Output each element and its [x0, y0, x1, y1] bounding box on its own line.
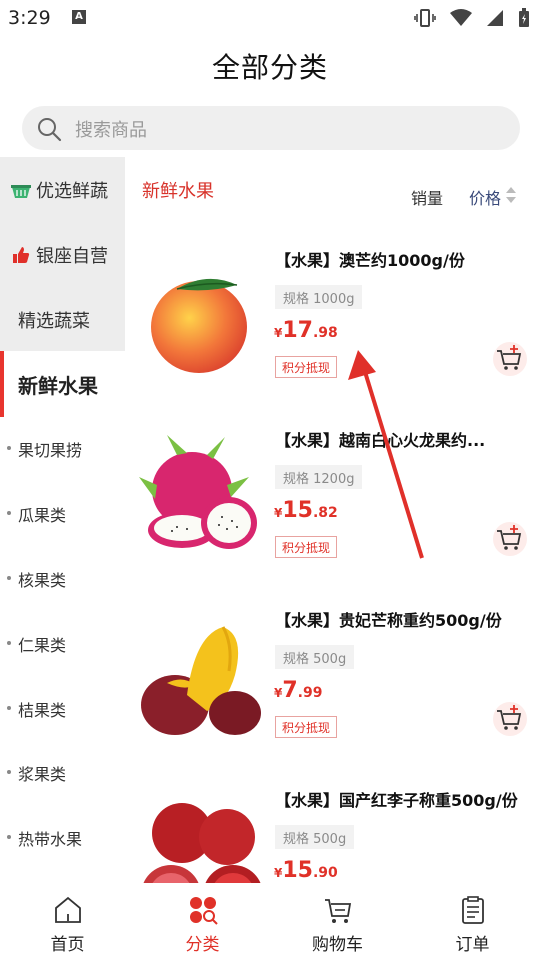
nav-label: 购物车 [312, 935, 363, 955]
page-title: 全部分类 [211, 51, 328, 84]
subitem-label: 桔果类 [18, 701, 67, 720]
sidebar-subitem[interactable]: 桔果类 [0, 693, 125, 723]
subitem-label: 热带水果 [18, 830, 83, 849]
add-to-cart-icon[interactable] [493, 342, 527, 376]
product-name[interactable]: 【水果】澳芒约1000g/份 [275, 247, 535, 271]
points-tag: 积分抵现 [275, 356, 338, 378]
bullet-dot [7, 706, 11, 710]
active-indicator [0, 351, 4, 417]
subitem-label: 浆果类 [18, 765, 67, 784]
sort-by-price[interactable]: 价格 [469, 185, 501, 209]
bullet-dot [7, 576, 11, 580]
product-spec: 规格 500g [275, 825, 355, 849]
product-spec: 规格 1000g [275, 285, 363, 309]
notification-icon: A [72, 10, 86, 24]
product-card[interactable]: 【水果】越南白心火龙果约... 规格 1200g ¥15.82 积分抵现 [125, 410, 540, 590]
product-price: ¥7.99 [274, 678, 323, 703]
sort-by-sales[interactable]: 销量 [411, 185, 443, 209]
add-to-cart-icon[interactable] [493, 522, 527, 556]
sidebar-item-xinxian-active[interactable]: 新鲜水果 [0, 351, 125, 417]
basket-icon [11, 180, 31, 200]
cart-icon [325, 899, 352, 923]
product-card[interactable]: 【水果】贵妃芒称重约500g/份 规格 500g ¥7.99 积分抵现 [125, 590, 540, 770]
product-price: ¥15.82 [274, 498, 338, 523]
search-input[interactable]: 搜索商品 [75, 116, 147, 142]
points-tag: 积分抵现 [275, 716, 338, 738]
product-card[interactable]: 【水果】澳芒约1000g/份 规格 1000g ¥17.98 积分抵现 [125, 230, 540, 410]
battery-icon [519, 8, 529, 27]
product-spec: 规格 500g [275, 645, 355, 669]
bottom-nav: 首页 分类 购物车 订单 [0, 883, 540, 960]
search-bar[interactable]: 搜索商品 [22, 106, 520, 150]
plum-image [143, 803, 261, 883]
nav-label: 订单 [455, 935, 490, 955]
sidebar-item-yinzuo[interactable]: 银座自营 [0, 222, 125, 287]
bullet-dot [7, 641, 11, 645]
subitem-label: 核果类 [18, 571, 67, 590]
nav-cart[interactable]: 购物车 [270, 883, 405, 960]
vibrate-icon [414, 9, 436, 27]
bullet-dot [7, 511, 11, 515]
sidebar-subitem[interactable]: 瓜果类 [0, 498, 125, 528]
subitem-label: 仁果类 [18, 636, 67, 655]
sidebar-subitem[interactable]: 仁果类 [0, 628, 125, 658]
product-card[interactable]: 【水果】国产红李子称重500g/份 规格 500g ¥15.90 [125, 770, 540, 883]
sidebar-item-label: 优选鲜蔬 [36, 180, 108, 202]
bullet-dot [7, 446, 11, 450]
dragonfruit-image [139, 435, 257, 549]
add-to-cart-icon[interactable] [493, 702, 527, 736]
product-name[interactable]: 【水果】贵妃芒称重约500g/份 [275, 607, 535, 631]
status-icons [414, 7, 530, 29]
sidebar-item-jingxuan[interactable]: 精选蔬菜 [0, 287, 125, 352]
category-icon [190, 897, 218, 925]
subitem-label: 果切果捞 [18, 441, 83, 460]
nav-orders[interactable]: 订单 [405, 883, 540, 960]
thumbs-up-icon [11, 245, 31, 265]
nav-label: 首页 [50, 935, 85, 955]
sort-arrows-icon[interactable] [505, 186, 517, 204]
sidebar-subitem[interactable]: 热带水果 [0, 822, 125, 852]
peeled-mango-image [141, 626, 261, 735]
sidebar-subitem[interactable]: 果切果捞 [0, 433, 125, 463]
category-title: 新鲜水果 [142, 181, 214, 202]
status-bar: 3:29 A [0, 0, 540, 38]
subitem-label: 瓜果类 [18, 506, 67, 525]
sidebar-item-youxuan[interactable]: 优选鲜蔬 [0, 157, 125, 222]
points-tag: 积分抵现 [275, 536, 338, 558]
annotation-arrow [348, 350, 424, 559]
product-price: ¥17.98 [274, 318, 338, 343]
home-icon [55, 896, 81, 923]
sidebar-item-label: 银座自营 [36, 245, 108, 267]
signal-icon [487, 10, 503, 26]
mango-image [151, 278, 247, 373]
nav-label: 分类 [185, 935, 220, 955]
bullet-dot [7, 835, 11, 839]
product-name[interactable]: 【水果】国产红李子称重500g/份 [275, 787, 535, 811]
sidebar-item-label: 新鲜水果 [18, 373, 98, 398]
bullet-dot [7, 770, 11, 774]
nav-category[interactable]: 分类 [135, 883, 270, 960]
order-icon [462, 896, 484, 924]
sidebar-subitem[interactable]: 核果类 [0, 563, 125, 593]
sidebar-subitem[interactable]: 浆果类 [0, 757, 125, 787]
nav-home[interactable]: 首页 [0, 883, 135, 960]
sidebar-item-label: 精选蔬菜 [18, 310, 90, 332]
category-sidebar: 优选鲜蔬 银座自营 精选蔬菜 新鲜水果 果切果捞 瓜果类 核果类 仁果类 桔果类… [0, 157, 125, 883]
status-time: 3:29 [8, 7, 51, 29]
product-list: 【水果】澳芒约1000g/份 规格 1000g ¥17.98 积分抵现 【水果】… [125, 230, 540, 883]
wifi-icon [450, 9, 472, 26]
search-icon [38, 118, 62, 142]
product-price: ¥15.90 [274, 858, 338, 883]
